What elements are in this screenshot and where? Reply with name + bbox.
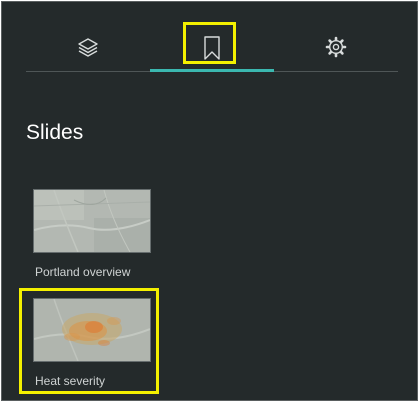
bookmark-icon: [204, 36, 220, 60]
slide-thumbnail: [33, 298, 151, 362]
slide-caption: Heat severity: [35, 374, 106, 388]
tab-layers[interactable]: [26, 24, 150, 70]
tab-settings[interactable]: [274, 24, 398, 70]
gear-icon: [325, 36, 347, 58]
active-tab-indicator: [150, 69, 274, 72]
slide-item-portland-overview[interactable]: Portland overview: [33, 189, 151, 279]
tab-slides[interactable]: [150, 24, 274, 72]
slide-item-heat-severity[interactable]: Heat severity: [33, 298, 151, 388]
layers-icon: [78, 38, 98, 57]
slide-caption: Portland overview: [35, 265, 131, 279]
slides-panel: Slides Portland overview Heat severity: [1, 1, 418, 401]
slide-thumbnail: [33, 189, 151, 253]
tab-bar: [26, 24, 398, 72]
panel-heading: Slides: [26, 121, 84, 144]
